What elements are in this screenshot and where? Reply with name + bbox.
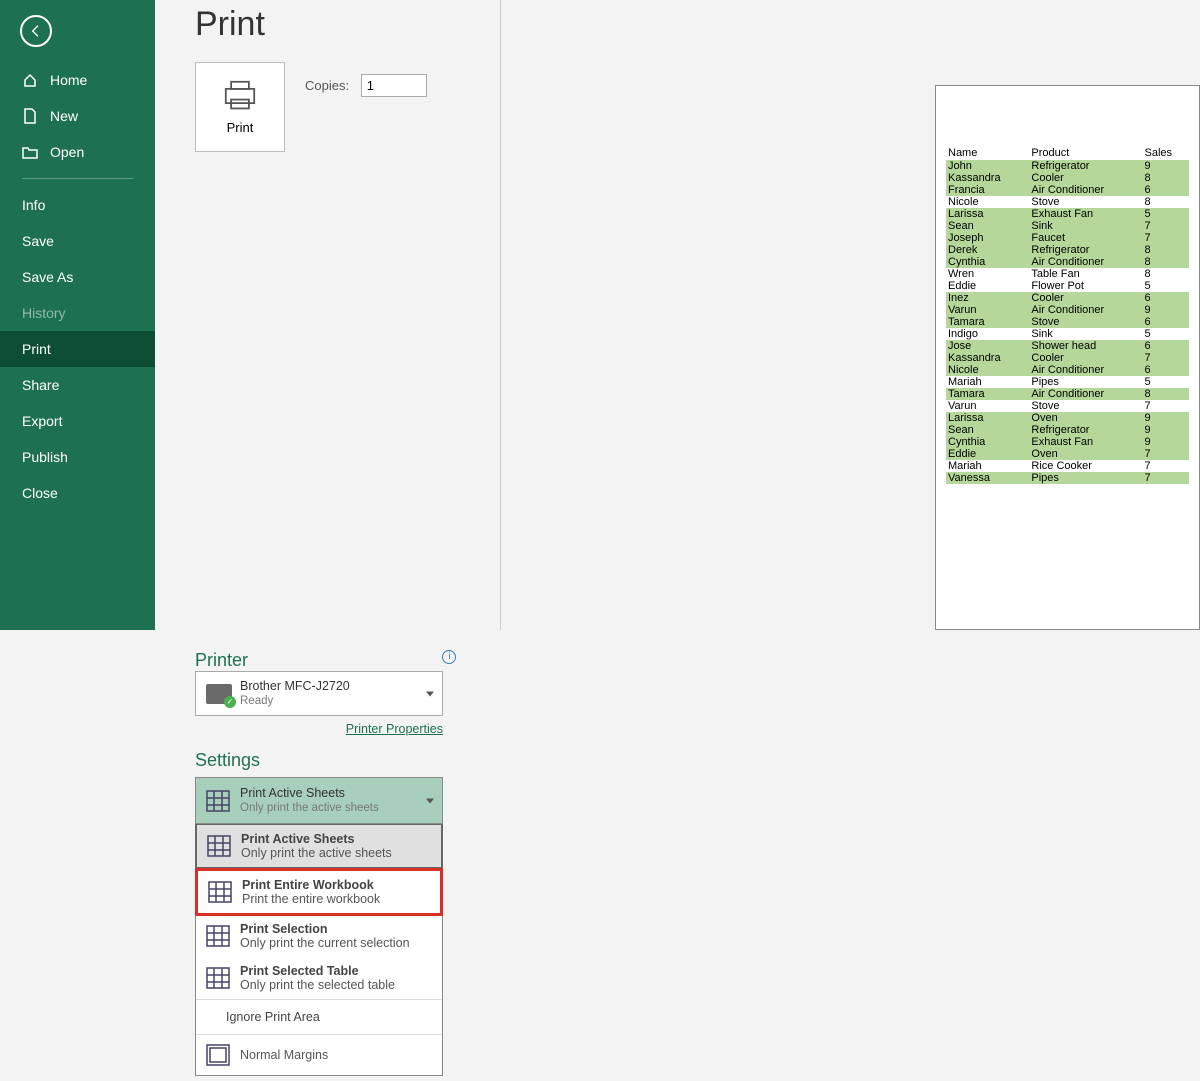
preview-table: NameProductSalesJohnRefrigerator9Kassand… — [946, 146, 1189, 484]
nav-open[interactable]: Open — [0, 134, 155, 170]
table-row: LarissaOven9 — [946, 412, 1189, 424]
print-scope-dropdown[interactable]: Print Active Sheets Only print the activ… — [195, 777, 443, 824]
table-row: MariahPipes5 — [946, 376, 1189, 388]
table-row: MariahRice Cooker7 — [946, 460, 1189, 472]
copies-label: Copies: — [305, 78, 349, 93]
printer-status: Ready — [240, 694, 350, 709]
table-row: SeanSink7 — [946, 220, 1189, 232]
nav-share[interactable]: Share — [0, 367, 155, 403]
settings-section-title: Settings — [195, 750, 1160, 771]
option-print-selection[interactable]: Print SelectionOnly print the current se… — [196, 915, 442, 957]
option-print-entire-workbook[interactable]: Print Entire WorkbookPrint the entire wo… — [195, 868, 443, 916]
nav-history[interactable]: History — [0, 295, 155, 331]
table-row: CynthiaExhaust Fan9 — [946, 436, 1189, 448]
table-row: DerekRefrigerator8 — [946, 244, 1189, 256]
new-icon — [22, 108, 38, 124]
sheet-icon — [206, 790, 230, 812]
table-row: EddieOven7 — [946, 448, 1189, 460]
sheet-icon — [207, 835, 231, 857]
table-row: TamaraStove6 — [946, 316, 1189, 328]
panel-divider — [500, 0, 501, 630]
page-title: Print — [195, 5, 1160, 44]
table-row: VarunAir Conditioner9 — [946, 304, 1189, 316]
table-row: JosephFaucet7 — [946, 232, 1189, 244]
divider — [22, 178, 133, 179]
printer-section-title: Printer — [195, 650, 248, 670]
printer-properties-link[interactable]: Printer Properties — [195, 722, 443, 736]
margins-option[interactable]: Normal Margins — [196, 1034, 442, 1075]
table-row: FranciaAir Conditioner6 — [946, 184, 1189, 196]
table-row: KassandraCooler8 — [946, 172, 1189, 184]
table-row: JohnRefrigerator9 — [946, 160, 1189, 172]
nav-export[interactable]: Export — [0, 403, 155, 439]
info-icon[interactable]: i — [442, 650, 456, 664]
nav-save-as[interactable]: Save As — [0, 259, 155, 295]
table-row: JoseShower head6 — [946, 340, 1189, 352]
sheet-icon — [206, 967, 230, 989]
chevron-down-icon — [426, 691, 434, 696]
nav-home[interactable]: Home — [0, 62, 155, 98]
printer-icon — [222, 80, 258, 112]
table-row: LarissaExhaust Fan5 — [946, 208, 1189, 220]
table-row: InezCooler6 — [946, 292, 1189, 304]
table-row: EddieFlower Pot5 — [946, 280, 1189, 292]
nav-publish[interactable]: Publish — [0, 439, 155, 475]
nav-print[interactable]: Print — [0, 331, 155, 367]
sheet-icon — [206, 925, 230, 947]
table-row: NicoleAir Conditioner6 — [946, 364, 1189, 376]
nav-save[interactable]: Save — [0, 223, 155, 259]
backstage-sidebar: HomeNewOpen InfoSaveSave AsHistoryPrintS… — [0, 0, 155, 630]
print-preview: NameProductSalesJohnRefrigerator9Kassand… — [935, 85, 1200, 630]
table-row: WrenTable Fan8 — [946, 268, 1189, 280]
margins-icon — [206, 1044, 230, 1066]
nav-close[interactable]: Close — [0, 475, 155, 511]
table-row: KassandraCooler7 — [946, 352, 1189, 364]
table-row: CynthiaAir Conditioner8 — [946, 256, 1189, 268]
open-icon — [22, 144, 38, 160]
option-print-active-sheets[interactable]: Print Active SheetsOnly print the active… — [195, 823, 443, 869]
nav-new[interactable]: New — [0, 98, 155, 134]
printer-name: Brother MFC-J2720 — [240, 678, 350, 694]
table-row: TamaraAir Conditioner8 — [946, 388, 1189, 400]
print-button[interactable]: Print — [195, 62, 285, 152]
sheet-icon — [208, 881, 232, 903]
home-icon — [22, 72, 38, 88]
table-row: VanessaPipes7 — [946, 472, 1189, 484]
table-row: SeanRefrigerator9 — [946, 424, 1189, 436]
ignore-print-area[interactable]: Ignore Print Area — [196, 999, 442, 1034]
nav-info[interactable]: Info — [0, 187, 155, 223]
option-print-selected-table[interactable]: Print Selected TableOnly print the selec… — [196, 957, 442, 999]
chevron-down-icon — [426, 798, 434, 803]
table-row: VarunStove7 — [946, 400, 1189, 412]
back-button[interactable] — [20, 15, 52, 47]
copies-input[interactable] — [361, 74, 427, 97]
printer-status-icon — [206, 684, 232, 704]
table-row: NicoleStove8 — [946, 196, 1189, 208]
table-row: IndigoSink5 — [946, 328, 1189, 340]
print-scope-menu: Print Active SheetsOnly print the active… — [195, 823, 443, 1076]
back-arrow-icon — [28, 23, 44, 39]
printer-dropdown[interactable]: Brother MFC-J2720 Ready — [195, 671, 443, 716]
